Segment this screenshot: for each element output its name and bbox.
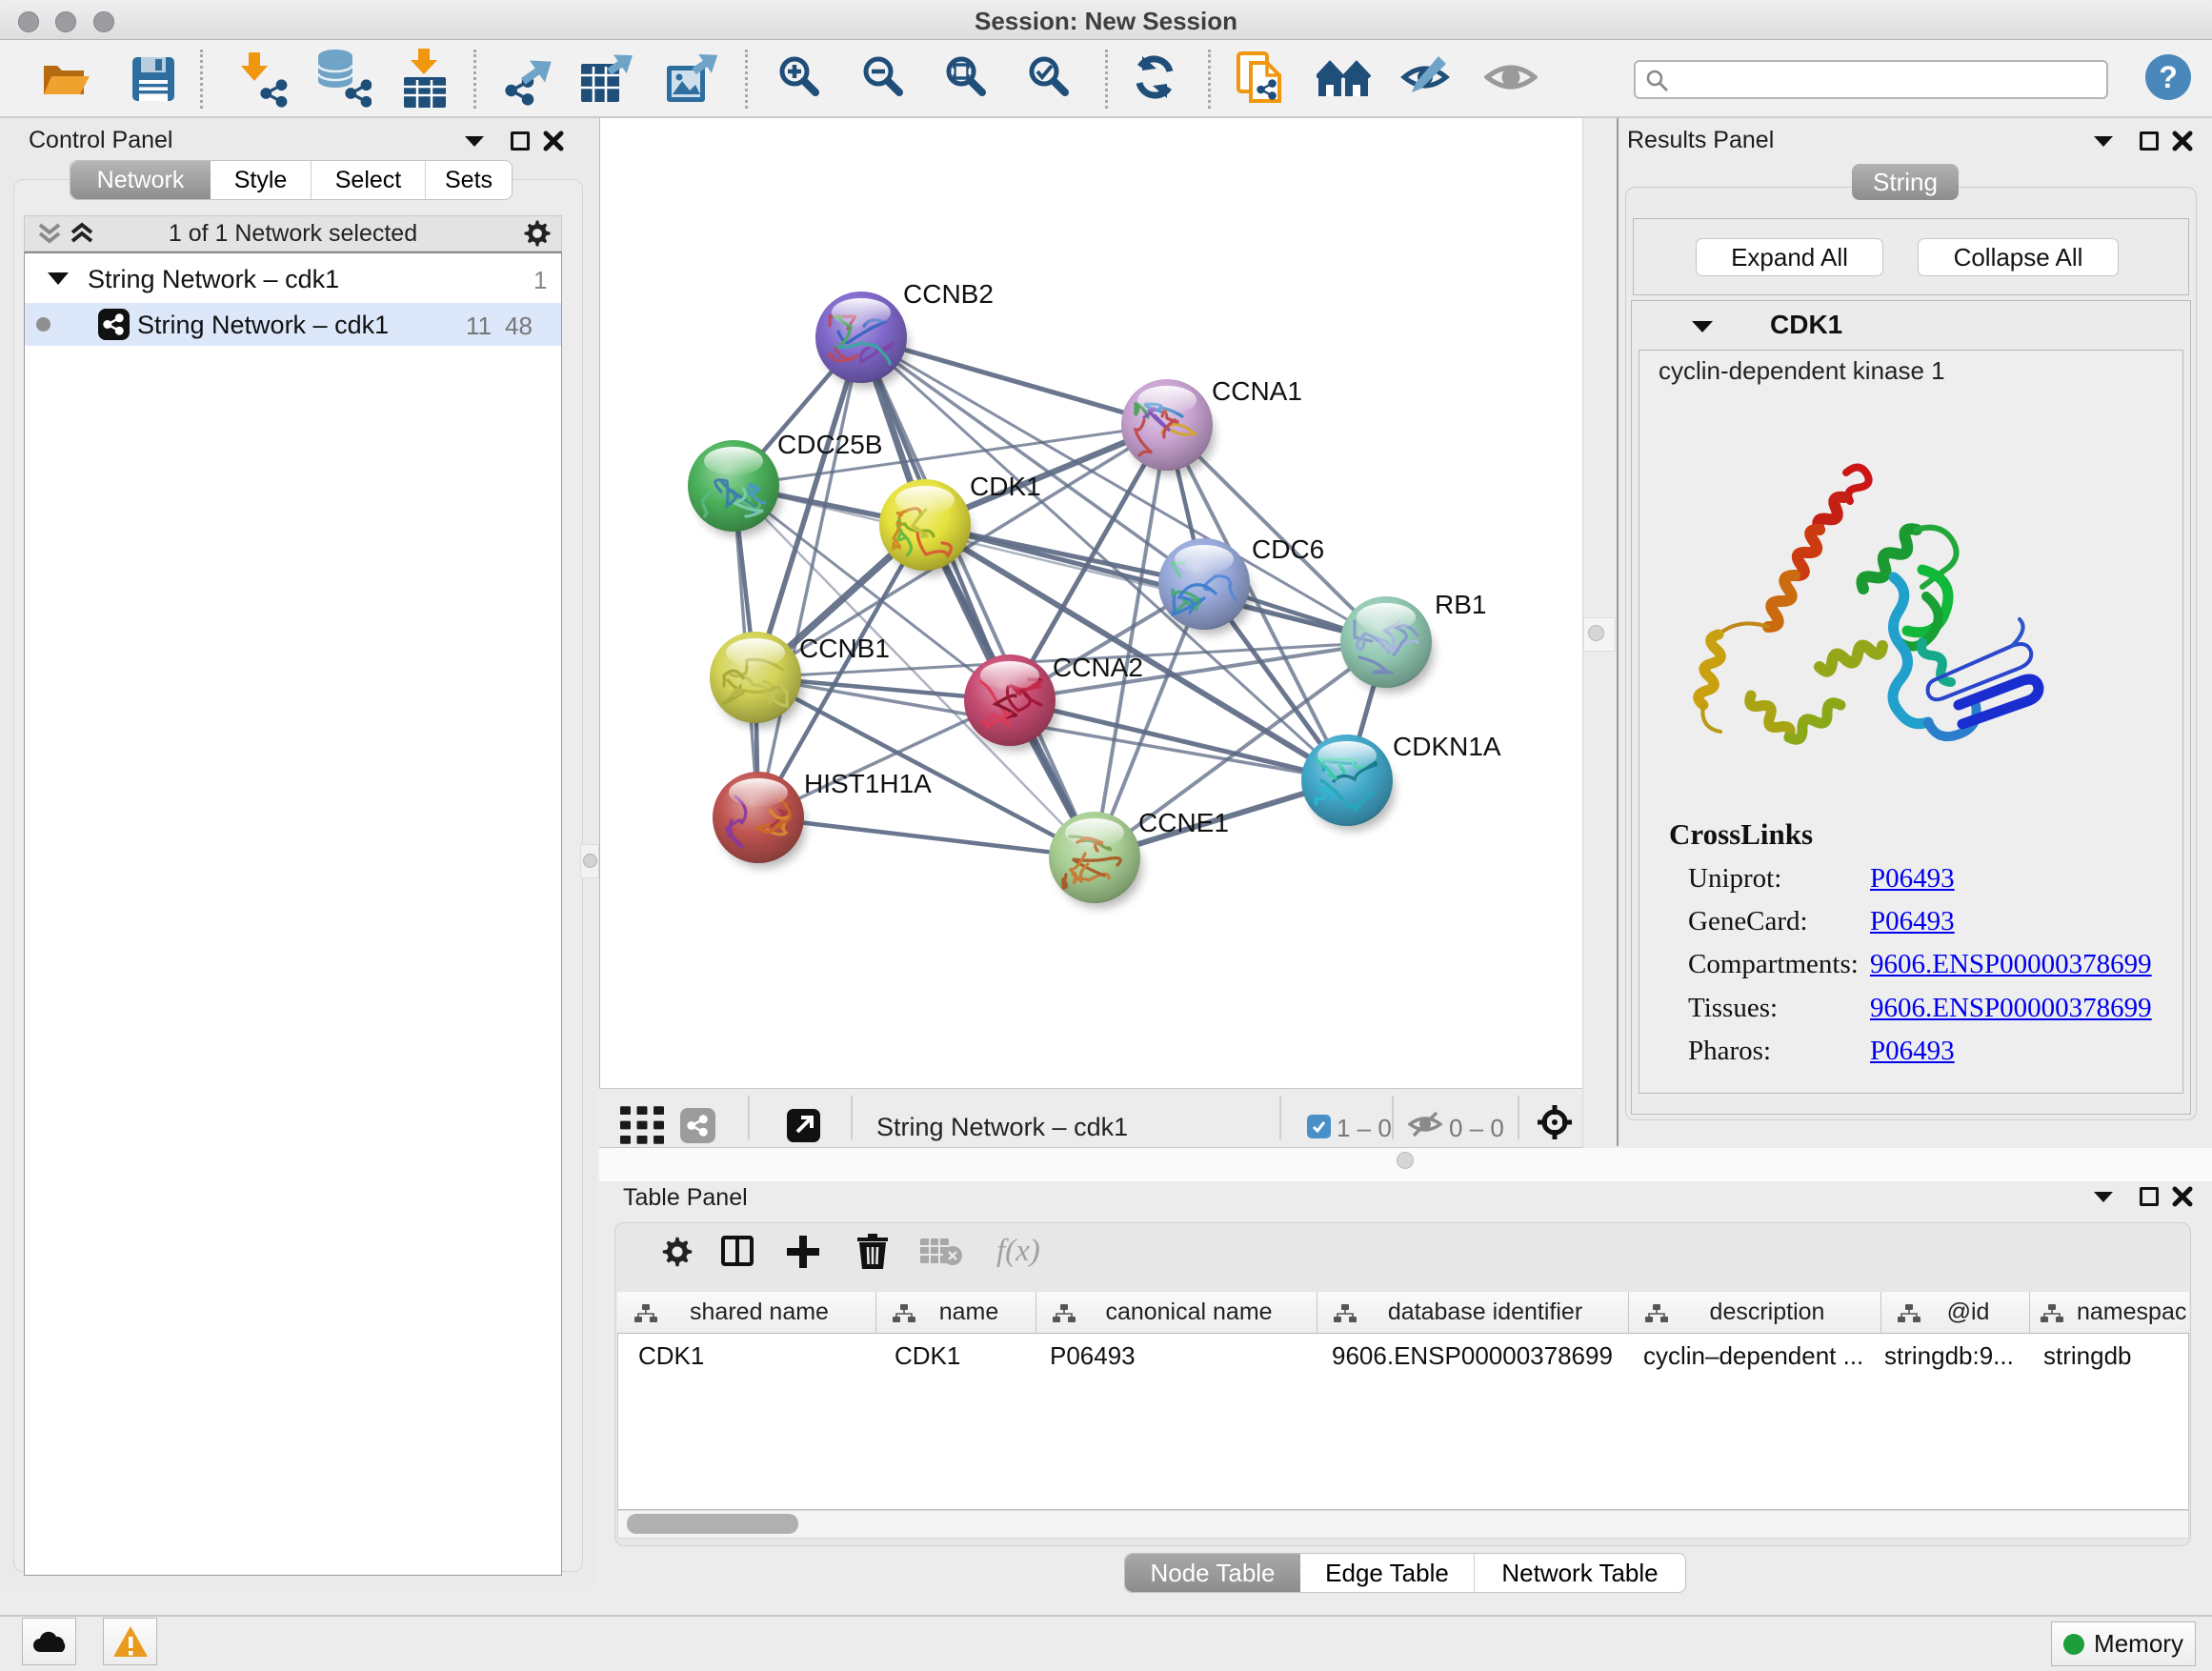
- svg-text:CDC6: CDC6: [1252, 534, 1324, 564]
- svg-text:CCNB2: CCNB2: [903, 279, 994, 309]
- svg-text:CDC25B: CDC25B: [777, 430, 882, 459]
- svg-text:CDKN1A: CDKN1A: [1393, 732, 1501, 761]
- svg-text:CDK1: CDK1: [970, 472, 1041, 501]
- svg-text:CCNE1: CCNE1: [1138, 808, 1229, 837]
- svg-text:?: ?: [2159, 60, 2178, 94]
- svg-text:CCNB1: CCNB1: [799, 634, 890, 663]
- svg-text:CCNA2: CCNA2: [1053, 653, 1143, 682]
- svg-text:RB1: RB1: [1435, 590, 1486, 619]
- svg-text:HIST1H1A: HIST1H1A: [804, 769, 932, 798]
- svg-text:CCNA1: CCNA1: [1212, 376, 1302, 406]
